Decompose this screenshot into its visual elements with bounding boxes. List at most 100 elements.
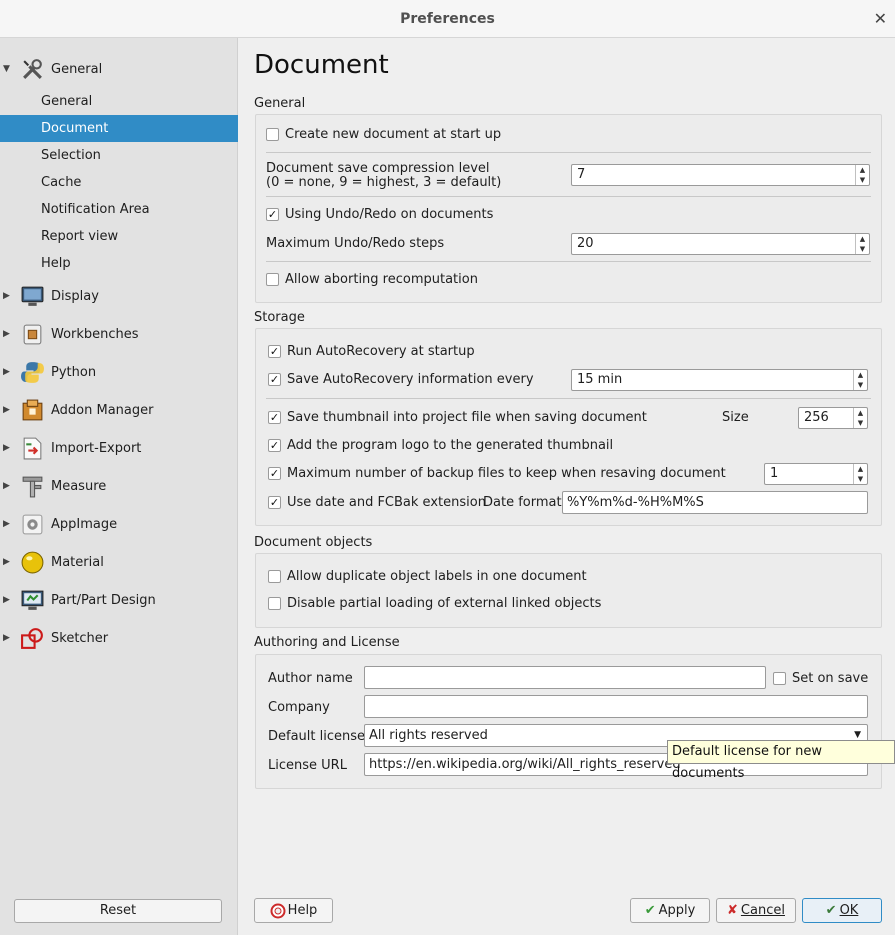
create-new-doc-checkbox[interactable] bbox=[266, 128, 279, 141]
sidebar-group-addon-manager[interactable]: ▶ Addon Manager bbox=[0, 391, 238, 429]
collapsed-arrow-icon[interactable]: ▶ bbox=[3, 557, 10, 567]
window-title: Preferences bbox=[400, 11, 495, 27]
undo-redo-option[interactable]: ✓ Using Undo/Redo on documents bbox=[266, 207, 493, 222]
cancel-button-label: Cancel bbox=[740, 903, 785, 918]
create-new-doc-option[interactable]: Create new document at start up bbox=[266, 127, 501, 142]
license-tooltip: Default license for new documents bbox=[667, 740, 895, 781]
sidebar-group-appimage[interactable]: ▶ AppImage bbox=[0, 505, 238, 543]
sidebar-group-material[interactable]: ▶ Material bbox=[0, 543, 238, 581]
sidebar-group-python[interactable]: ▶ Python bbox=[0, 353, 238, 391]
page-title: Document bbox=[254, 50, 389, 80]
divider bbox=[266, 398, 871, 399]
sidebar-group-label: AppImage bbox=[51, 516, 118, 532]
collapsed-arrow-icon[interactable]: ▶ bbox=[3, 519, 10, 529]
sidebar-item-cache[interactable]: Cache bbox=[0, 169, 238, 196]
sidebar-group-label: Import-Export bbox=[51, 440, 142, 456]
disable-partial-option[interactable]: Disable partial loading of external link… bbox=[268, 596, 601, 611]
title-bar: Preferences ✕ bbox=[0, 0, 895, 38]
cancel-button[interactable]: ✘ Cancel bbox=[716, 898, 796, 923]
spin-arrows-icon[interactable]: ▲ ▼ bbox=[853, 464, 867, 484]
run-autorecovery-checkbox[interactable]: ✓ bbox=[268, 345, 281, 358]
save-thumbnail-option[interactable]: ✓ Save thumbnail into project file when … bbox=[268, 410, 647, 425]
sidebar-item-notification-area[interactable]: Notification Area bbox=[0, 196, 238, 223]
sidebar-group-label: Measure bbox=[51, 478, 107, 494]
storage-group-box: ✓ Run AutoRecovery at startup ✓ Save Aut… bbox=[255, 328, 882, 526]
compression-level-spinbox[interactable]: 7 ▲ ▼ bbox=[571, 164, 870, 186]
addon-icon bbox=[22, 399, 43, 420]
sidebar-group-label: Display bbox=[51, 288, 99, 304]
max-undo-value: 20 bbox=[577, 236, 594, 251]
set-on-save-option[interactable]: Set on save bbox=[773, 671, 868, 686]
spin-arrows-icon[interactable]: ▲ ▼ bbox=[855, 165, 869, 185]
collapsed-arrow-icon[interactable]: ▶ bbox=[3, 481, 10, 491]
max-undo-spinbox[interactable]: 20 ▲ ▼ bbox=[571, 233, 870, 255]
sidebar-group-import-export[interactable]: ▶ Import-Export bbox=[0, 429, 238, 467]
undo-redo-checkbox[interactable]: ✓ bbox=[266, 208, 279, 221]
ok-button[interactable]: ✔ OK bbox=[802, 898, 882, 923]
sidebar-item-report-view[interactable]: Report view bbox=[0, 223, 238, 250]
sidebar-group-label: Material bbox=[51, 554, 104, 570]
spin-arrows-icon[interactable]: ▲ ▼ bbox=[853, 370, 867, 390]
sidebar-item-general[interactable]: General bbox=[0, 88, 238, 115]
sidebar-group-workbenches[interactable]: ▶ Workbenches bbox=[0, 315, 238, 353]
expanded-arrow-icon[interactable]: ▼ bbox=[3, 64, 10, 74]
spin-arrows-icon[interactable]: ▲ ▼ bbox=[853, 408, 867, 428]
collapsed-arrow-icon[interactable]: ▶ bbox=[3, 291, 10, 301]
author-name-input[interactable] bbox=[364, 666, 766, 689]
collapsed-arrow-icon[interactable]: ▶ bbox=[3, 367, 10, 377]
set-on-save-checkbox[interactable] bbox=[773, 672, 786, 685]
max-backup-checkbox[interactable]: ✓ bbox=[268, 467, 281, 480]
sidebar-item-document[interactable]: Document bbox=[0, 115, 238, 142]
add-logo-option[interactable]: ✓ Add the program logo to the generated … bbox=[268, 438, 613, 453]
sidebar-group-display[interactable]: ▶ Display bbox=[0, 277, 238, 315]
save-autorecovery-option[interactable]: ✓ Save AutoRecovery information every bbox=[268, 372, 534, 387]
allow-abort-option[interactable]: Allow aborting recomputation bbox=[266, 272, 478, 287]
use-date-option[interactable]: ✓ Use date and FCBak extension bbox=[268, 495, 486, 510]
date-format-input[interactable]: %Y%m%d-%H%M%S bbox=[562, 491, 868, 514]
max-backup-option[interactable]: ✓ Maximum number of backup files to keep… bbox=[268, 466, 726, 481]
appimage-icon bbox=[22, 514, 43, 534]
disable-partial-label: Disable partial loading of external link… bbox=[287, 596, 602, 611]
sidebar-item-selection[interactable]: Selection bbox=[0, 142, 238, 169]
add-logo-checkbox[interactable]: ✓ bbox=[268, 439, 281, 452]
document-objects-group-box: Allow duplicate object labels in one doc… bbox=[255, 553, 882, 628]
autorecovery-interval-spinbox[interactable]: 15 min ▲ ▼ bbox=[571, 369, 868, 391]
collapsed-arrow-icon[interactable]: ▶ bbox=[3, 329, 10, 339]
max-backup-spinbox[interactable]: 1 ▲ ▼ bbox=[764, 463, 868, 485]
collapsed-arrow-icon[interactable]: ▶ bbox=[3, 595, 10, 605]
thumbnail-size-spinbox[interactable]: 256 ▲ ▼ bbox=[798, 407, 868, 429]
company-input[interactable] bbox=[364, 695, 868, 718]
help-button[interactable]: Help bbox=[254, 898, 333, 923]
close-icon[interactable]: ✕ bbox=[874, 0, 887, 38]
apply-button[interactable]: ✔ Apply bbox=[630, 898, 710, 923]
compression-label-line2: (0 = none, 9 = highest, 3 = default) bbox=[266, 175, 502, 190]
collapsed-arrow-icon[interactable]: ▶ bbox=[3, 443, 10, 453]
sidebar-item-help[interactable]: Help bbox=[0, 250, 238, 277]
section-title-authoring: Authoring and License bbox=[254, 635, 400, 650]
save-thumbnail-checkbox[interactable]: ✓ bbox=[268, 411, 281, 424]
disable-partial-checkbox[interactable] bbox=[268, 597, 281, 610]
collapsed-arrow-icon[interactable]: ▶ bbox=[3, 633, 10, 643]
save-autorecovery-label: Save AutoRecovery information every bbox=[287, 372, 534, 387]
thumbnail-size-value: 256 bbox=[804, 410, 829, 425]
use-date-checkbox[interactable]: ✓ bbox=[268, 496, 281, 509]
save-autorecovery-checkbox[interactable]: ✓ bbox=[268, 373, 281, 386]
reset-button[interactable]: Reset bbox=[14, 899, 222, 923]
allow-abort-checkbox[interactable] bbox=[266, 273, 279, 286]
run-autorecovery-label: Run AutoRecovery at startup bbox=[287, 344, 475, 359]
max-backup-value: 1 bbox=[770, 466, 779, 481]
sidebar-group-part-design[interactable]: ▶ Part/Part Design bbox=[0, 581, 238, 619]
allow-duplicate-checkbox[interactable] bbox=[268, 570, 281, 583]
apply-button-label: Apply bbox=[658, 903, 696, 918]
section-title-general: General bbox=[254, 96, 306, 111]
run-autorecovery-option[interactable]: ✓ Run AutoRecovery at startup bbox=[268, 344, 475, 359]
sidebar-group-measure[interactable]: ▶ Measure bbox=[0, 467, 238, 505]
allow-duplicate-option[interactable]: Allow duplicate object labels in one doc… bbox=[268, 569, 587, 584]
max-backup-label: Maximum number of backup files to keep w… bbox=[287, 466, 726, 481]
sidebar-group-general[interactable]: ▼ General bbox=[0, 50, 238, 88]
collapsed-arrow-icon[interactable]: ▶ bbox=[3, 405, 10, 415]
compression-label-line1: Document save compression level bbox=[266, 161, 490, 176]
sidebar-group-label: General bbox=[51, 61, 103, 77]
spin-arrows-icon[interactable]: ▲ ▼ bbox=[855, 234, 869, 254]
sidebar-group-sketcher[interactable]: ▶ Sketcher bbox=[0, 619, 238, 657]
